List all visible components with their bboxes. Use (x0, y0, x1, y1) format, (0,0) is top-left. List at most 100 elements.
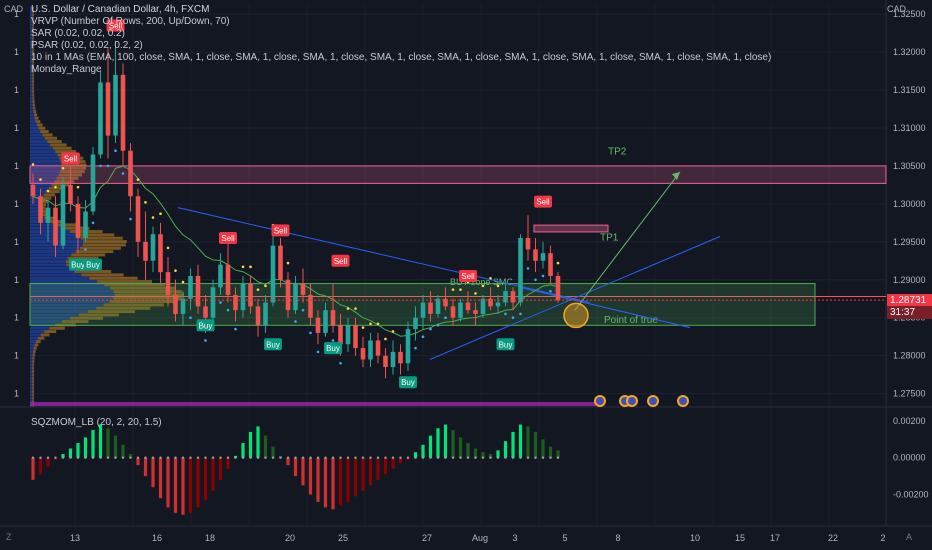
squeeze-dot (211, 456, 215, 459)
osc-bar (241, 442, 245, 458)
economic-event-flag-icon (628, 397, 636, 405)
left-scale-tick: 1 (14, 199, 19, 209)
volume-profile-bar-down (35, 120, 41, 124)
indicator-sar[interactable]: SAR (0.02, 0.02, 0.2) (31, 28, 771, 40)
left-scale-tick: 1 (14, 237, 19, 247)
candle-body (180, 298, 186, 314)
candle-body (398, 351, 403, 364)
squeeze-dot (519, 456, 522, 459)
volume-profile-bar-up (30, 103, 33, 107)
sar-dot (166, 246, 170, 250)
volume-profile-bar-up (30, 353, 33, 357)
oscillator-legend[interactable]: SQZMOM_LB (20, 2, 20, 1.5) (31, 417, 162, 428)
time-tick-label: 16 (152, 533, 162, 543)
sar-dot (31, 163, 35, 166)
sar-dot (339, 361, 342, 365)
price-chart[interactable]: 1.3250011.3200011.3150011.3100011.305001… (0, 0, 932, 550)
sell-signal-label: Sell (536, 198, 550, 207)
candle-body (368, 340, 373, 360)
osc-bar (323, 457, 328, 508)
squeeze-dot (196, 456, 200, 459)
sar-dot (84, 248, 87, 251)
osc-bar (428, 435, 433, 458)
sar-dot (256, 288, 260, 291)
sar-dot (234, 327, 237, 331)
squeeze-dot (219, 456, 222, 459)
buy-signal-label: Buy (499, 340, 513, 349)
time-tick-label: Aug (472, 533, 488, 543)
time-tick-label: 5 (562, 533, 567, 543)
volume-profile-bar-down (34, 116, 39, 120)
candle-body (323, 310, 328, 333)
candle-body (203, 306, 208, 318)
volume-profile-bar-up (30, 76, 33, 80)
osc-bar (68, 448, 73, 458)
candle-body (83, 211, 88, 239)
indicator-monday-range[interactable]: Monday_Range (31, 64, 771, 76)
candle-body (113, 74, 118, 136)
volume-profile-bar-up (30, 120, 36, 124)
sar-dot (181, 280, 185, 284)
candle-body (518, 238, 523, 303)
volume-profile-bar-up (30, 393, 33, 397)
volume-profile-bar-down (32, 393, 35, 397)
squeeze-dot (129, 456, 132, 459)
indicator-psar[interactable]: PSAR (0.02, 0.02, 0.2, 2) (31, 40, 771, 52)
sar-dot (361, 326, 365, 329)
candle-body (480, 298, 486, 314)
candle-body (45, 207, 51, 223)
squeeze-dot (504, 456, 507, 459)
sar-dot (301, 308, 305, 312)
sar-dot (496, 284, 500, 288)
candle-body (465, 302, 471, 311)
indicator-vrvp[interactable]: VRVP (Number Of Rows, 200, Up/Down, 70) (31, 16, 771, 28)
volume-profile-bar-down (38, 126, 46, 130)
volume-profile-bar-up (30, 203, 39, 207)
symbol-title[interactable]: U.S. Dollar / Canadian Dollar, 4h, FXCM (31, 4, 771, 16)
squeeze-dot (429, 456, 432, 459)
volume-profile-bar-up (30, 340, 36, 344)
candle-body (375, 340, 381, 356)
price-tick-label: 1.32000 (893, 47, 926, 57)
volume-profile-bar-down (32, 363, 35, 367)
squeeze-dot (331, 456, 335, 459)
sar-dot (316, 350, 320, 354)
osc-bar (338, 457, 343, 506)
volume-profile-bar-down (32, 373, 35, 377)
sar-dot (556, 261, 560, 265)
volume-profile-bar-down (32, 360, 35, 364)
volume-profile-bar-down (33, 110, 37, 114)
volume-profile-bar-up (30, 233, 77, 237)
price-tick-label: 1.31000 (893, 123, 926, 133)
indicator-mas[interactable]: 10 in 1 MAs (EMA, 100, close, SMA, 1, cl… (31, 52, 771, 64)
candle-body (510, 291, 516, 303)
sell-signal-label: Sell (64, 154, 78, 163)
squeeze-dot (294, 456, 297, 459)
osc-bar (511, 431, 515, 458)
volume-profile-bar-up (30, 106, 33, 110)
volume-profile-bar-up (30, 363, 33, 367)
tp1-box (533, 224, 609, 233)
volume-profile-bar-down (32, 376, 35, 380)
sar-dot (526, 267, 530, 270)
squeeze-dot (54, 456, 57, 459)
squeeze-dot (346, 456, 350, 459)
squeeze-dot (226, 456, 230, 459)
buy-signal-label: Buy (401, 378, 415, 387)
volume-profile-bar-down (32, 353, 35, 357)
sar-dot (226, 308, 230, 312)
osc-bar (533, 431, 538, 458)
osc-bar (203, 457, 208, 501)
squeeze-dot (436, 456, 440, 459)
tp2-zone (29, 165, 887, 184)
sar-dot (106, 164, 110, 168)
sell-signal-label: Sell (221, 234, 235, 243)
price-tick-label: 1.30500 (893, 161, 926, 171)
auto-scale-icon[interactable]: A (906, 532, 912, 542)
time-tick-label: 27 (422, 533, 432, 543)
squeeze-dot (391, 456, 395, 459)
volume-profile-bar-up (30, 280, 98, 284)
left-scale-tick: 1 (14, 161, 19, 171)
candle-body (405, 329, 411, 364)
timezone-icon[interactable]: Z (6, 532, 12, 542)
